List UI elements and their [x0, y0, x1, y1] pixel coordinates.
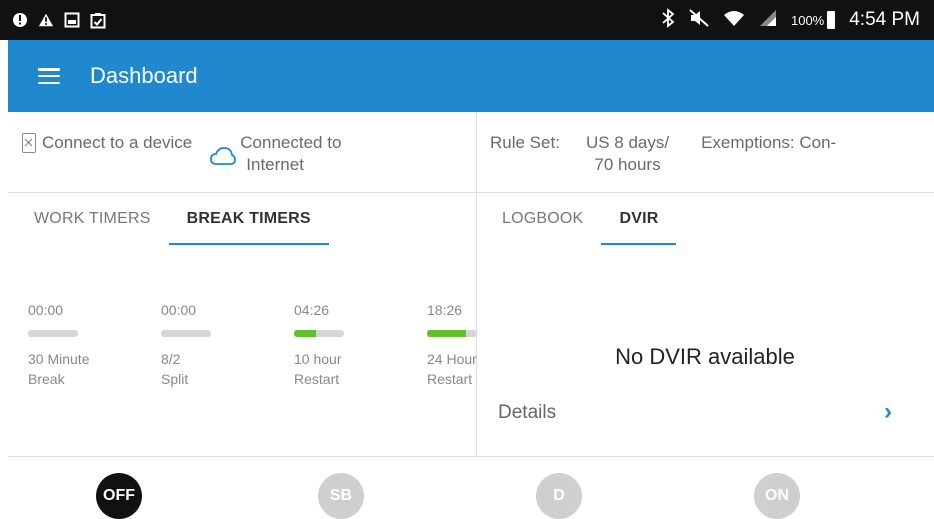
clock: 4:54 PM	[849, 9, 920, 30]
connect-device-button[interactable]: Connect to a device	[22, 132, 192, 154]
warning-icon	[38, 11, 54, 29]
timer-8-2-split: 00:00 8/2 Split	[161, 302, 294, 389]
timer-label-line1: 8/2	[161, 351, 181, 367]
tab-dvir[interactable]: DVIR	[601, 193, 677, 245]
mute-icon	[689, 8, 709, 32]
internet-status-line2: Internet	[246, 155, 304, 174]
device-icon	[22, 133, 36, 153]
details-link[interactable]: Details	[498, 402, 556, 424]
no-dvir-message: No DVIR available	[615, 344, 795, 369]
tab-logbook[interactable]: LOGBOOK	[484, 193, 601, 245]
chevron-right-icon[interactable]: ›	[884, 398, 892, 426]
duty-status-off-button[interactable]: OFF	[96, 473, 142, 519]
clipboard-icon	[90, 11, 106, 29]
timer-time: 04:26	[294, 302, 330, 318]
screenshot-icon	[64, 11, 80, 29]
signal-icon	[759, 9, 777, 32]
bottom-divider	[8, 456, 934, 457]
duty-status-label: D	[553, 487, 565, 504]
tab-label: WORK TIMERS	[34, 210, 151, 227]
tab-label: BREAK TIMERS	[186, 210, 311, 227]
tab-work-timers[interactable]: WORK TIMERS	[16, 193, 169, 245]
timer-10-hour-restart: 04:26 10 hour Restart	[294, 302, 427, 389]
app-bar: Dashboard	[8, 40, 934, 112]
cloud-icon	[210, 146, 237, 166]
tab-label: LOGBOOK	[502, 210, 584, 227]
timer-tabs: WORK TIMERS BREAK TIMERS	[16, 193, 329, 245]
timer-label-line2: Break	[28, 371, 65, 387]
timer-time: 00:00	[28, 302, 64, 318]
timer-progress-fill	[427, 330, 466, 337]
tab-label: DVIR	[619, 210, 659, 227]
panel-divider	[476, 112, 477, 456]
timer-30-minute-break: 00:00 30 Minute Break	[28, 302, 161, 389]
timer-label-line2: Restart	[427, 371, 473, 387]
rule-set-label: Rule Set:	[490, 133, 560, 152]
notification-icons	[0, 11, 106, 29]
duty-status-label: OFF	[103, 487, 135, 504]
timer-progress-bar	[427, 330, 477, 337]
timer-time: 00:00	[161, 302, 197, 318]
rule-set-info: Rule Set: US 8 days/ 70 hours Exemptions…	[476, 112, 934, 192]
duty-status-on-button[interactable]: ON	[754, 473, 800, 519]
rule-set-value-line1: US 8 days/	[585, 133, 670, 152]
timer-label-line2: Restart	[294, 371, 340, 387]
duty-status-label: ON	[765, 487, 789, 504]
timer-progress-bar	[294, 330, 344, 337]
timer-progress-fill	[294, 330, 316, 337]
timer-label-line1: 10 hour	[294, 351, 342, 367]
tab-break-timers[interactable]: BREAK TIMERS	[168, 193, 329, 245]
timer-progress-bar	[161, 330, 211, 337]
status-bar: 100% 4:54 PM	[0, 0, 934, 40]
battery-indicator: 100%	[790, 11, 836, 29]
duty-status-label: SB	[329, 487, 353, 504]
connection-info: Connect to a device Connected to Interne…	[8, 112, 476, 192]
rule-set-value-line2: 70 hours	[594, 155, 661, 174]
internet-status-line1: Connected to	[240, 133, 342, 152]
timer-time: 18:26	[427, 302, 463, 318]
bluetooth-icon	[661, 7, 675, 33]
duty-status-d-button[interactable]: D	[536, 473, 582, 519]
timer-label-line1: 30 Minute	[28, 351, 90, 367]
device-status-label: Connect to a device	[42, 133, 193, 152]
battery-percent: 100%	[790, 12, 825, 28]
log-tabs: LOGBOOK DVIR	[484, 193, 677, 245]
system-icons: 100% 4:54 PM	[661, 0, 920, 40]
hamburger-menu-icon[interactable]	[38, 68, 60, 84]
timer-progress-bar	[28, 330, 78, 337]
page-title: Dashboard	[90, 63, 198, 88]
rule-set-value: US 8 days/ 70 hours	[586, 132, 669, 192]
duty-status-sb-button[interactable]: SB	[318, 473, 364, 519]
internet-status: Connected to Internet	[240, 132, 341, 176]
wifi-icon	[723, 9, 745, 32]
exemptions-label: Exemptions: Con-	[701, 133, 837, 152]
alert-circle-icon	[12, 11, 28, 29]
battery-icon	[827, 11, 836, 29]
timer-label-line2: Split	[161, 371, 189, 387]
